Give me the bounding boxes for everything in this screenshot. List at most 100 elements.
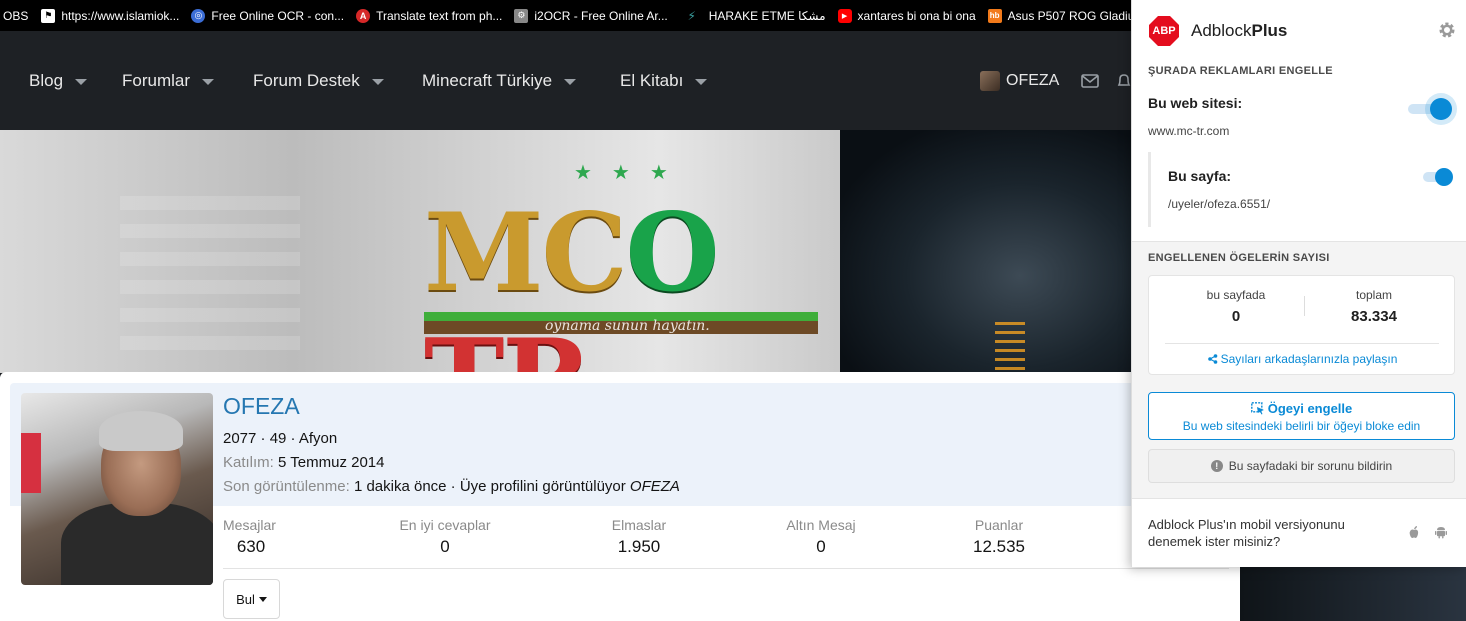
bookmark-free-ocr[interactable]: ◎ Free Online OCR - con... [186,0,351,31]
profile-last-seen: Son görüntülenme: 1 dakika önce · Üye pr… [223,475,680,499]
site-block-toggle[interactable] [1408,98,1452,120]
count-value: 0 [1231,308,1241,325]
mail-icon[interactable] [1081,74,1100,88]
find-button[interactable]: Bul [223,579,280,619]
apple-icon[interactable] [1407,525,1421,539]
stat-label: Puanlar [974,517,1024,533]
nav-minecraft-turkiye[interactable]: Minecraft Türkiye [422,71,577,91]
stat-value: 0 [816,537,826,556]
abp-indent-bar [1148,152,1151,227]
bookmark-label: i2OCR - Free Online Ar... [534,8,668,23]
abp-section-blocked-count: ENGELLENEN ÖGELERİN SAYISI [1148,252,1330,264]
stat-best-answers[interactable]: En iyi cevaplar 0 [390,517,500,557]
stat-label: En iyi cevaplar [399,517,491,533]
translate-icon: A [356,8,371,23]
nav-username: OFEZA [1006,72,1060,89]
logo-mc-text: MC [424,190,628,316]
stat-value: 12.535 [973,537,1025,556]
abp-page-value: /uyeler/ofeza.6551/ [1168,197,1271,211]
bookmark-asus[interactable]: hb Asus P507 ROG Gladiu... [983,0,1152,31]
page-block-toggle[interactable] [1423,168,1453,186]
bookmark-translate[interactable]: A Translate text from ph... [351,0,509,31]
android-icon[interactable] [1434,525,1448,539]
blocked-count-box: bu sayfada 0 toplam 83.334 Sayıları arka… [1148,275,1455,375]
block-element-subtitle: Bu web sitesindeki belirli bir öğeyi blo… [1182,419,1421,433]
nav-label: El Kitabı [620,71,684,90]
last-seen-user[interactable]: OFEZA [630,478,680,495]
chevron-down-icon [371,79,384,85]
abp-logo-icon: ABP [1149,16,1179,46]
avatar-background [21,433,41,493]
banner-background-art [120,190,300,350]
bookmark-label: xantares bi ona bi ona [857,8,976,23]
mobile-promo-text: Adblock Plus'ın mobil versiyonunu deneme… [1148,517,1345,549]
abp-title: AdblockPlus [1191,21,1287,41]
toggle-knob [1435,168,1453,186]
stat-points[interactable]: Puanlar 12.535 [963,517,1035,557]
stats-divider [223,568,1229,569]
nav-label: Blog [29,71,64,90]
bookmark-obs[interactable]: OBS [0,0,35,31]
count-this-page: bu sayfada 0 [1161,288,1311,325]
abp-title-b: Plus [1251,21,1288,40]
abp-title-a: Adblock [1191,21,1252,40]
share-counts-link[interactable]: Sayıları arkadaşlarınızla paylaşın [1149,352,1456,366]
gear-icon[interactable] [1437,20,1457,40]
banner-character-art [840,130,1140,373]
chevron-down-icon [695,79,708,85]
stat-label: Elmaslar [611,517,667,533]
profile-username[interactable]: OFEZA [223,393,300,420]
stat-messages[interactable]: Mesajlar 630 [223,517,279,557]
harake-icon: ⚡ [684,8,699,23]
block-element-title: Ögeyi engelle [1149,401,1454,416]
avatar-hair [99,411,183,451]
i2ocr-icon: ⚙ [514,8,529,23]
profile-joined: Katılım: 5 Temmuz 2014 [223,451,680,475]
bookmark-i2ocr[interactable]: ⚙ i2OCR - Free Online Ar... [509,0,674,31]
nav-forumlar[interactable]: Forumlar [122,71,215,91]
bookmark-harake[interactable]: ⚡ HARAKE ETME مشكا [675,0,833,31]
banner-edge [1240,567,1466,621]
chevron-down-icon [202,79,215,85]
abp-site-label: Bu web sitesi: [1148,95,1243,111]
bookmark-islamiok[interactable]: ⚑ https://www.islamiok... [35,0,186,31]
bell-icon[interactable] [1117,73,1131,89]
stat-gold-posts[interactable]: Altın Mesaj 0 [776,517,866,557]
chevron-down-icon [564,79,577,85]
nav-el-kitabi[interactable]: El Kitabı [620,71,708,91]
report-label: Bu sayfadaki bir sorunu bildirin [1228,459,1393,473]
last-seen-label: Son görüntülenme: [223,478,350,495]
report-issue-button[interactable]: ! Bu sayfadaki bir sorunu bildirin [1148,449,1455,483]
abp-page-label: Bu sayfa: [1168,168,1232,184]
bookmark-label: https://www.islamiok... [61,8,180,23]
stat-diamonds[interactable]: Elmaslar 1.950 [594,517,684,557]
nav-forum-destek[interactable]: Forum Destek [253,71,384,91]
chevron-down-icon [75,79,88,85]
islamiok-icon: ⚑ [41,8,56,23]
share-label: Sayıları arkadaşlarınızla paylaşın [1220,352,1398,366]
profile-avatar[interactable] [21,393,213,585]
count-divider [1165,343,1439,344]
profile-meta: 2077 · 49 · Afyon [223,430,338,447]
stat-label: Altın Mesaj [786,517,856,533]
nav-label: Forumlar [122,71,191,90]
joined-label: Katılım: [223,454,274,471]
adblock-plus-popup: ABP AdblockPlus ŞURADA REKLAMLARI ENGELL… [1131,0,1466,567]
last-seen-value: 1 dakika önce · Üye profilini görüntülüy… [353,478,626,495]
nav-label: Minecraft Türkiye [422,71,553,90]
count-total: toplam 83.334 [1299,288,1449,325]
nav-label: Forum Destek [253,71,360,90]
bookmark-label: HARAKE ETME مشكا [708,8,826,23]
nav-blog[interactable]: Blog [29,71,88,91]
block-element-button[interactable]: Ögeyi engelle Bu web sitesindeki belirli… [1148,392,1455,440]
banner-lights [995,320,1025,370]
bookmark-label: Asus P507 ROG Gladiu... [1007,8,1145,23]
stat-value: 630 [236,537,266,556]
bookmark-label: Free Online OCR - con... [211,8,345,23]
count-label: toplam [1355,288,1393,302]
bookmark-xantares[interactable]: ▶ xantares bi ona bi ona [833,0,983,31]
nav-user-menu[interactable]: OFEZA [980,71,1131,91]
youtube-icon: ▶ [837,8,852,23]
cursor-select-icon [1250,402,1264,415]
chevron-down-icon [258,596,267,602]
